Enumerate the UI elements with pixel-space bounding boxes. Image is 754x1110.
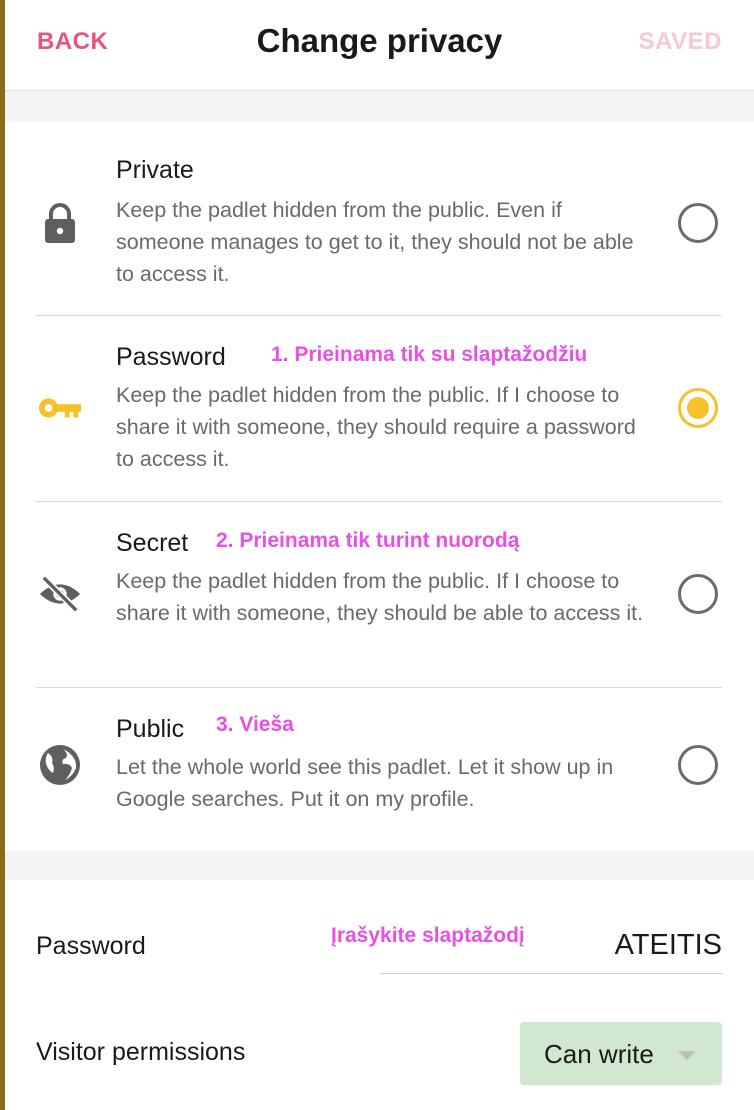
option-desc-secret: Keep the padlet hidden from the public. …: [116, 569, 644, 625]
divider: [36, 501, 722, 502]
radio-private[interactable]: [678, 203, 718, 243]
annotation-secret: 2. Prieinama tik turint nuorodą: [216, 529, 520, 552]
settings-card: Password Įrašykite slaptažodį Visitor pe…: [5, 880, 754, 1110]
privacy-options-card: Private Keep the padlet hidden from the …: [5, 122, 754, 850]
password-input[interactable]: [380, 918, 722, 974]
saved-button[interactable]: SAVED: [639, 28, 722, 56]
option-desc-public: Let the whole world see this padlet. Let…: [116, 755, 614, 811]
annotation-public: 3. Vieša: [216, 713, 294, 736]
divider: [36, 687, 722, 688]
visitor-permissions-label: Visitor permissions: [36, 1038, 246, 1066]
option-public[interactable]: Public 3. Vieša Let the whole world see …: [5, 687, 754, 850]
header-bar: BACK Change privacy SAVED: [5, 0, 754, 91]
option-secret[interactable]: Secret 2. Prieinama tik turint nuorodą K…: [5, 501, 754, 687]
radio-secret[interactable]: [678, 574, 718, 614]
radio-public[interactable]: [678, 745, 718, 785]
option-desc-password: Keep the padlet hidden from the public. …: [116, 383, 636, 471]
divider: [36, 315, 722, 316]
option-password[interactable]: Password 1. Prieinama tik su slaptažodži…: [5, 315, 754, 501]
annotation-password: 1. Prieinama tik su slaptažodžiu: [271, 343, 588, 366]
globe-icon: [38, 743, 82, 787]
option-private[interactable]: Private Keep the padlet hidden from the …: [5, 122, 754, 315]
password-label: Password: [36, 932, 146, 960]
chevron-down-icon: [678, 1051, 696, 1060]
option-title-password: Password: [116, 343, 226, 371]
option-title-public: Public: [116, 715, 185, 743]
radio-password[interactable]: [678, 388, 718, 428]
key-icon: [38, 386, 82, 430]
option-title-secret: Secret: [116, 529, 189, 557]
select-value: Can write: [544, 1039, 654, 1069]
visitor-permissions-select[interactable]: Can write: [520, 1022, 722, 1085]
option-title-private: Private: [116, 156, 194, 184]
eye-off-icon: [38, 572, 82, 616]
option-desc-private: Keep the padlet hidden from the public. …: [116, 198, 634, 286]
lock-icon: [38, 201, 82, 245]
